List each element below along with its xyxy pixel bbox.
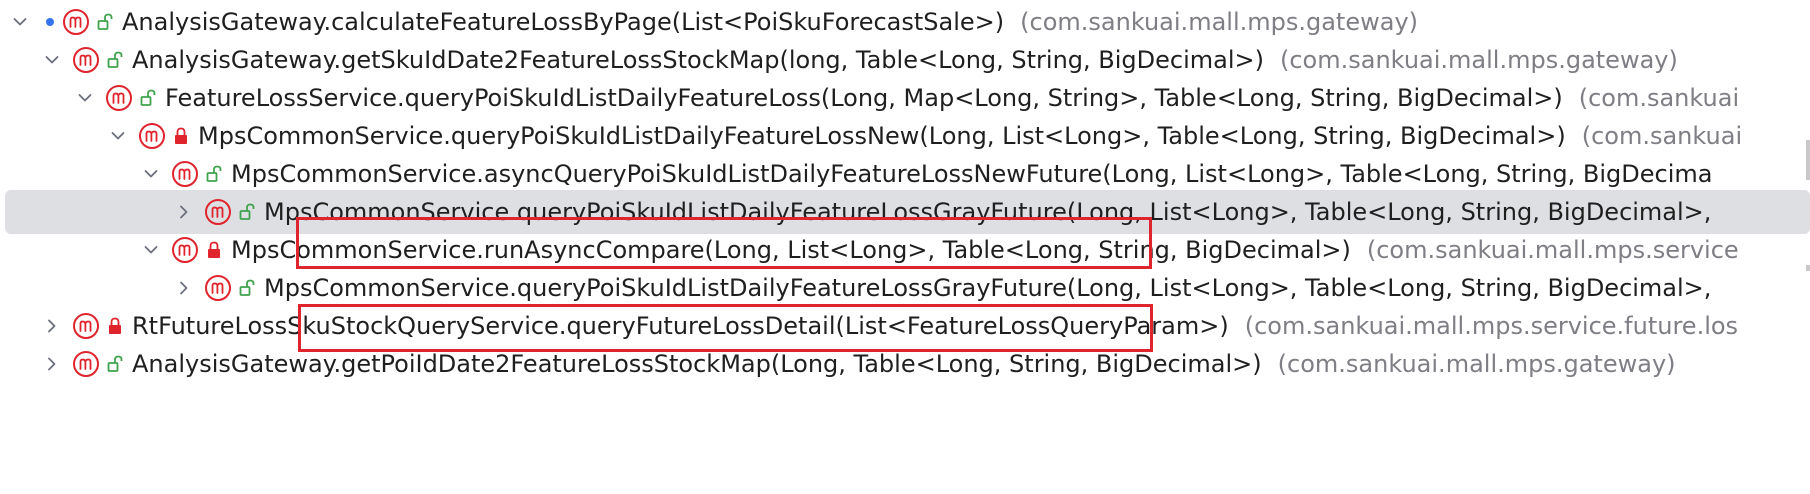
package-name: (com.sankuai.mall.mps.gateway)	[1277, 350, 1676, 378]
locked-padlock-icon	[206, 240, 224, 260]
method-m-icon	[72, 350, 100, 378]
chevron-right-icon[interactable]	[37, 342, 67, 386]
method-m-icon	[62, 8, 90, 36]
method-m-icon	[171, 236, 199, 264]
unlocked-padlock-icon	[239, 202, 257, 222]
package-name: (com.sankuai.mall.mps.service.future.los	[1244, 312, 1739, 340]
tree-row-label: AnalysisGateway.getPoiIdDate2FeatureLoss…	[132, 342, 1676, 386]
method-signature: RtFutureLossSkuStockQueryService.queryFu…	[132, 312, 1229, 340]
method-m-icon	[171, 160, 199, 188]
method-m-icon	[204, 274, 232, 302]
method-m-icon	[72, 312, 100, 340]
package-name: (com.sankuai	[1578, 84, 1740, 112]
method-m-icon	[72, 46, 100, 74]
unlocked-padlock-icon	[140, 88, 158, 108]
package-name: (com.sankuai.mall.mps.gateway)	[1279, 46, 1678, 74]
package-name: (com.sankuai.mall.mps.service	[1366, 236, 1739, 264]
method-signature: AnalysisGateway.getPoiIdDate2FeatureLoss…	[132, 350, 1262, 378]
method-signature: MpsCommonService.queryPoiSkuIdListDailyF…	[264, 274, 1712, 302]
scrollbar-thumb[interactable]	[1806, 140, 1810, 180]
unlocked-padlock-icon	[107, 50, 125, 70]
method-m-icon	[138, 122, 166, 150]
method-signature: AnalysisGateway.calculateFeatureLossByPa…	[122, 8, 1005, 36]
method-signature: AnalysisGateway.getSkuIdDate2FeatureLoss…	[132, 46, 1264, 74]
unlocked-padlock-icon	[239, 278, 257, 298]
unlocked-padlock-icon	[206, 164, 224, 184]
method-signature: MpsCommonService.runAsyncCompare(Long, L…	[231, 236, 1351, 264]
method-signature: MpsCommonService.asyncQueryPoiSkuIdListD…	[231, 160, 1713, 188]
unlocked-padlock-icon	[97, 12, 115, 32]
method-m-icon	[204, 198, 232, 226]
call-hierarchy-tree: AnalysisGateway.calculateFeatureLossByPa…	[0, 0, 1810, 494]
method-signature: MpsCommonService.queryPoiSkuIdListDailyF…	[264, 198, 1712, 226]
locked-padlock-icon	[107, 316, 125, 336]
locked-padlock-icon	[173, 126, 191, 146]
package-name: (com.sankuai	[1581, 122, 1743, 150]
method-signature: MpsCommonService.queryPoiSkuIdListDailyF…	[198, 122, 1566, 150]
method-m-icon	[105, 84, 133, 112]
method-signature: FeatureLossService.queryPoiSkuIdListDail…	[165, 84, 1563, 112]
tree-row[interactable]: AnalysisGateway.getPoiIdDate2FeatureLoss…	[0, 342, 1810, 386]
scrollbar-marker	[1806, 265, 1810, 271]
unlocked-padlock-icon	[107, 354, 125, 374]
current-position-dot-icon	[46, 18, 54, 26]
package-name: (com.sankuai.mall.mps.gateway)	[1020, 8, 1419, 36]
